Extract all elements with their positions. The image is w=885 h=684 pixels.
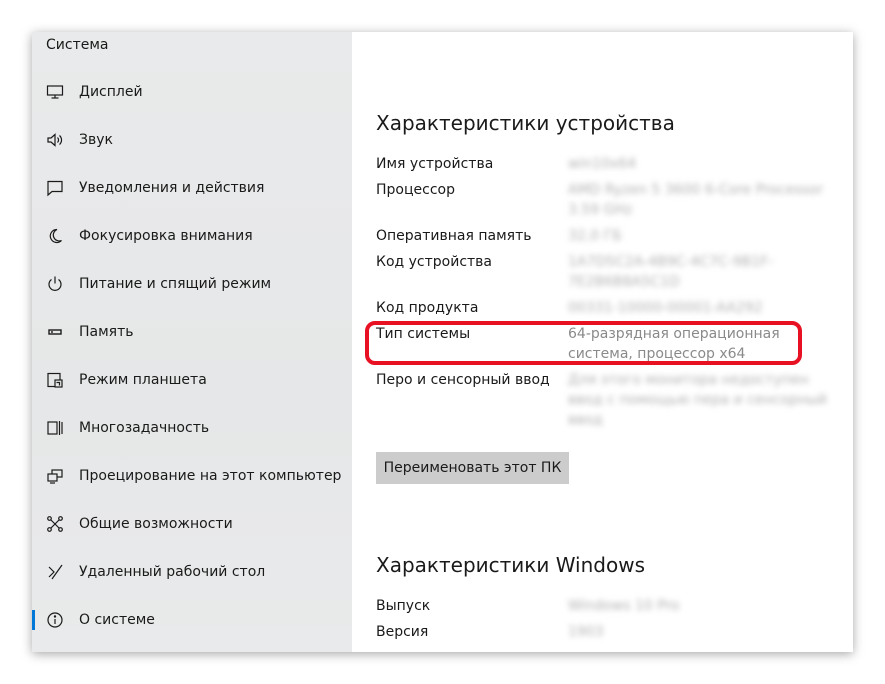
sidebar-item-shared-experiences[interactable]: Общие возможности [32, 500, 352, 548]
processor-label: Процессор [376, 182, 455, 198]
highlight-frame [365, 321, 802, 365]
version-value: 1903 [568, 624, 604, 640]
ram-value: 32,0 ГБ [568, 228, 622, 244]
edition-value: Windows 10 Pro [568, 598, 680, 614]
sidebar-item-label: Звук [79, 132, 113, 148]
storage-icon [46, 323, 64, 341]
settings-window: Система Дисплей Звук Уведомления и дейст… [32, 32, 853, 652]
sidebar-item-focus-assist[interactable]: Фокусировка внимания [32, 212, 352, 260]
edition-label: Выпуск [376, 598, 431, 614]
device-id-value: 1A7D5C2A-4B9C-4C7C-9B1F-7E2B6B8A5C1D [568, 254, 774, 290]
sidebar-item-label: Дисплей [79, 84, 143, 100]
sidebar: Система Дисплей Звук Уведомления и дейст… [32, 32, 352, 652]
remote-desktop-icon [46, 563, 64, 581]
sidebar-item-label: Удаленный рабочий стол [79, 564, 266, 580]
sidebar-item-display[interactable]: Дисплей [32, 68, 352, 116]
device-id-label: Код устройства [376, 254, 493, 270]
notification-icon [46, 179, 64, 197]
moon-icon [46, 227, 64, 245]
sidebar-item-label: Общие возможности [79, 516, 233, 532]
pen-touch-value: Для этого монитора недоступен ввод с пом… [568, 372, 828, 428]
rename-pc-button[interactable]: Переименовать этот ПК [376, 452, 569, 484]
multitasking-icon [46, 419, 64, 437]
power-icon [46, 275, 64, 293]
sidebar-item-power[interactable]: Питание и спящий режим [32, 260, 352, 308]
sidebar-title: Система [46, 37, 109, 53]
sidebar-item-tablet-mode[interactable]: Режим планшета [32, 356, 352, 404]
sidebar-item-label: Питание и спящий режим [79, 276, 272, 292]
pen-touch-label: Перо и сенсорный ввод [376, 372, 550, 388]
sidebar-item-storage[interactable]: Память [32, 308, 352, 356]
monitor-icon [46, 83, 64, 101]
sidebar-item-label: О системе [79, 612, 155, 628]
product-id-value: 00331-10000-00001-AA292 [568, 300, 763, 316]
sidebar-item-about[interactable]: О системе [32, 596, 352, 644]
projecting-icon [46, 467, 64, 485]
sidebar-item-label: Режим планшета [79, 372, 207, 388]
sidebar-item-label: Память [79, 324, 134, 340]
device-specs-title: Характеристики устройства [376, 111, 675, 135]
shared-experiences-icon [46, 515, 64, 533]
windows-specs-title: Характеристики Windows [376, 553, 645, 577]
sidebar-item-notifications[interactable]: Уведомления и действия [32, 164, 352, 212]
sidebar-item-projecting[interactable]: Проецирование на этот компьютер [32, 452, 352, 500]
sidebar-item-label: Фокусировка внимания [79, 228, 253, 244]
info-icon [46, 611, 64, 629]
sidebar-item-sound[interactable]: Звук [32, 116, 352, 164]
sidebar-item-label: Проецирование на этот компьютер [79, 468, 342, 484]
device-name-label: Имя устройства [376, 156, 494, 172]
main-content: Характеристики устройства Имя устройства… [352, 32, 853, 652]
sidebar-item-remote-desktop[interactable]: Удаленный рабочий стол [32, 548, 352, 596]
ram-label: Оперативная память [376, 228, 532, 244]
tablet-icon [46, 371, 64, 389]
version-label: Версия [376, 624, 429, 640]
sidebar-item-label: Уведомления и действия [79, 180, 265, 196]
device-name-value: win10x64 [568, 156, 637, 172]
speaker-icon [46, 131, 64, 149]
product-id-label: Код продукта [376, 300, 479, 316]
sidebar-item-multitasking[interactable]: Многозадачность [32, 404, 352, 452]
processor-value: AMD Ryzen 5 3600 6-Core Processor 3.59 G… [568, 182, 824, 218]
sidebar-item-label: Многозадачность [79, 420, 210, 436]
